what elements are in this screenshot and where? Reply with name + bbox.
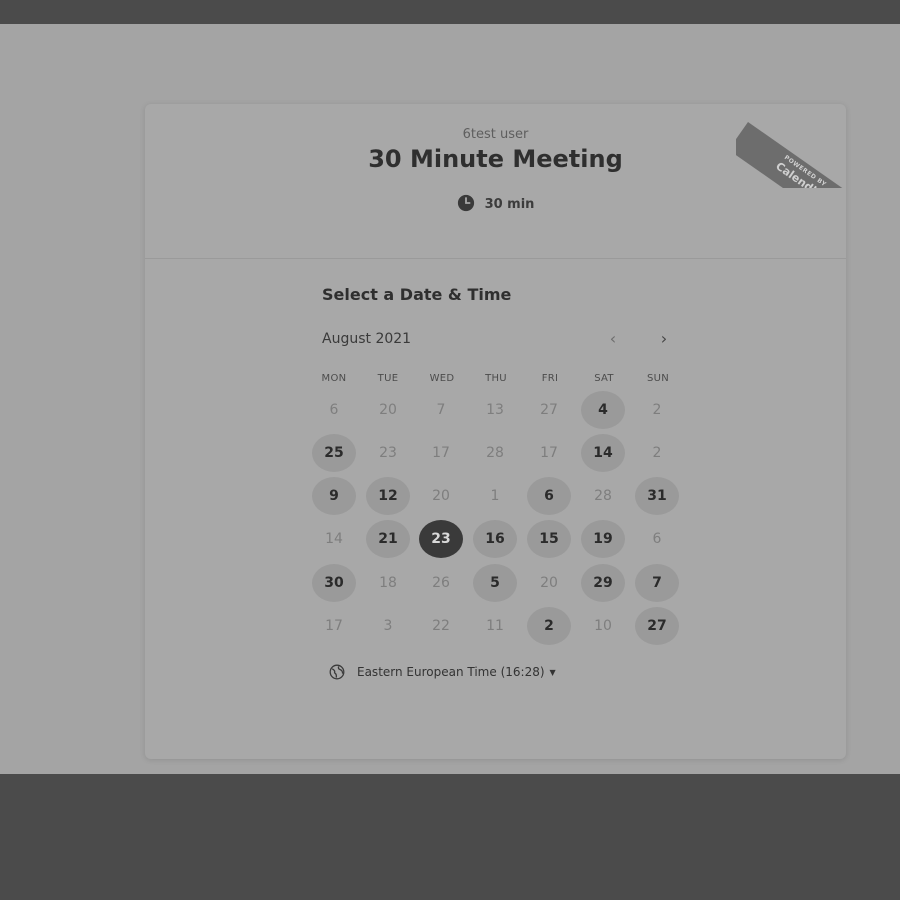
- clock-icon: [457, 194, 474, 212]
- weekday-header: MON TUE WED THU FRI SAT SUN: [312, 373, 692, 387]
- event-header: 6test user 30 Minute Meeting 30 min POWE…: [145, 104, 846, 259]
- select-date-heading: Select a Date & Time: [322, 285, 512, 304]
- calendar-day[interactable]: 19: [581, 520, 625, 558]
- next-month-button[interactable]: ›: [651, 326, 677, 352]
- calendar-day[interactable]: 2: [527, 607, 571, 645]
- calendar-day: 7: [436, 402, 446, 418]
- calendar-day: 20: [432, 488, 450, 504]
- selected-day[interactable]: 23: [419, 520, 463, 558]
- calendar-day: 6: [652, 531, 662, 547]
- event-duration: 30 min: [145, 194, 846, 212]
- weekday-sat: SAT: [594, 373, 614, 384]
- weekday-thu: THU: [485, 373, 507, 384]
- calendar-day: 22: [432, 618, 450, 634]
- calendar-day[interactable]: 6: [527, 477, 571, 515]
- page-background: 6test user 30 Minute Meeting 30 min POWE…: [0, 24, 900, 774]
- calendar-day[interactable]: 27: [635, 607, 679, 645]
- calendar-day[interactable]: 4: [581, 391, 625, 429]
- calendar-day: 18: [379, 575, 397, 591]
- month-label: August 2021: [322, 331, 412, 347]
- caret-down-icon: ▼: [549, 667, 556, 677]
- calendar-day: 28: [486, 445, 504, 461]
- calendar-day: 2: [652, 402, 662, 418]
- calendar-day: 20: [379, 402, 397, 418]
- calendar-day: 14: [325, 531, 343, 547]
- calendar-day: 17: [540, 445, 558, 461]
- calendar-day[interactable]: 31: [635, 477, 679, 515]
- calendar-day: 13: [486, 402, 504, 418]
- calendar-day[interactable]: 12: [366, 477, 410, 515]
- previous-month-button[interactable]: ‹: [600, 326, 626, 352]
- calendar-day[interactable]: 14: [581, 434, 625, 472]
- calendar-day: 23: [379, 445, 397, 461]
- timezone-label: Eastern European Time (16:28): [357, 665, 545, 679]
- calendar-day: 2: [652, 445, 662, 461]
- calendar-day: 3: [383, 618, 393, 634]
- calendar-day: 17: [432, 445, 450, 461]
- calendar-day: 26: [432, 575, 450, 591]
- calendar-day[interactable]: 5: [473, 564, 517, 602]
- calendar-day[interactable]: 21: [366, 520, 410, 558]
- calendar-day: 17: [325, 618, 343, 634]
- weekday-tue: TUE: [377, 373, 399, 384]
- calendar-day: 27: [540, 402, 558, 418]
- calendar-day[interactable]: 29: [581, 564, 625, 602]
- weekday-wed: WED: [429, 373, 455, 384]
- calendar-day[interactable]: 30: [312, 564, 356, 602]
- calendar-day[interactable]: 16: [473, 520, 517, 558]
- duration-label: 30 min: [484, 197, 535, 212]
- powered-by-ribbon[interactable]: POWERED BY Calendly: [736, 104, 846, 188]
- weekday-fri: FRI: [541, 373, 559, 384]
- calendar-day: 10: [594, 618, 612, 634]
- calendar-day[interactable]: 9: [312, 477, 356, 515]
- calendar-day[interactable]: 7: [635, 564, 679, 602]
- globe-icon: [329, 664, 345, 680]
- top-bar: [0, 0, 900, 24]
- bottom-area: [0, 774, 900, 900]
- calendar-day[interactable]: 25: [312, 434, 356, 472]
- weekday-mon: MON: [321, 373, 347, 384]
- ribbon-band[interactable]: POWERED BY Calendly: [736, 122, 846, 188]
- weekday-sun: SUN: [646, 373, 670, 384]
- calendar-day: 1: [490, 488, 500, 504]
- timezone-selector[interactable]: Eastern European Time (16:28) ▼: [329, 662, 556, 682]
- calendar-day: 20: [540, 575, 558, 591]
- calendar-day[interactable]: 15: [527, 520, 571, 558]
- calendar-day: 11: [486, 618, 504, 634]
- calendar-day: 6: [329, 402, 339, 418]
- calendar-day: 28: [594, 488, 612, 504]
- booking-card: 6test user 30 Minute Meeting 30 min POWE…: [145, 104, 846, 759]
